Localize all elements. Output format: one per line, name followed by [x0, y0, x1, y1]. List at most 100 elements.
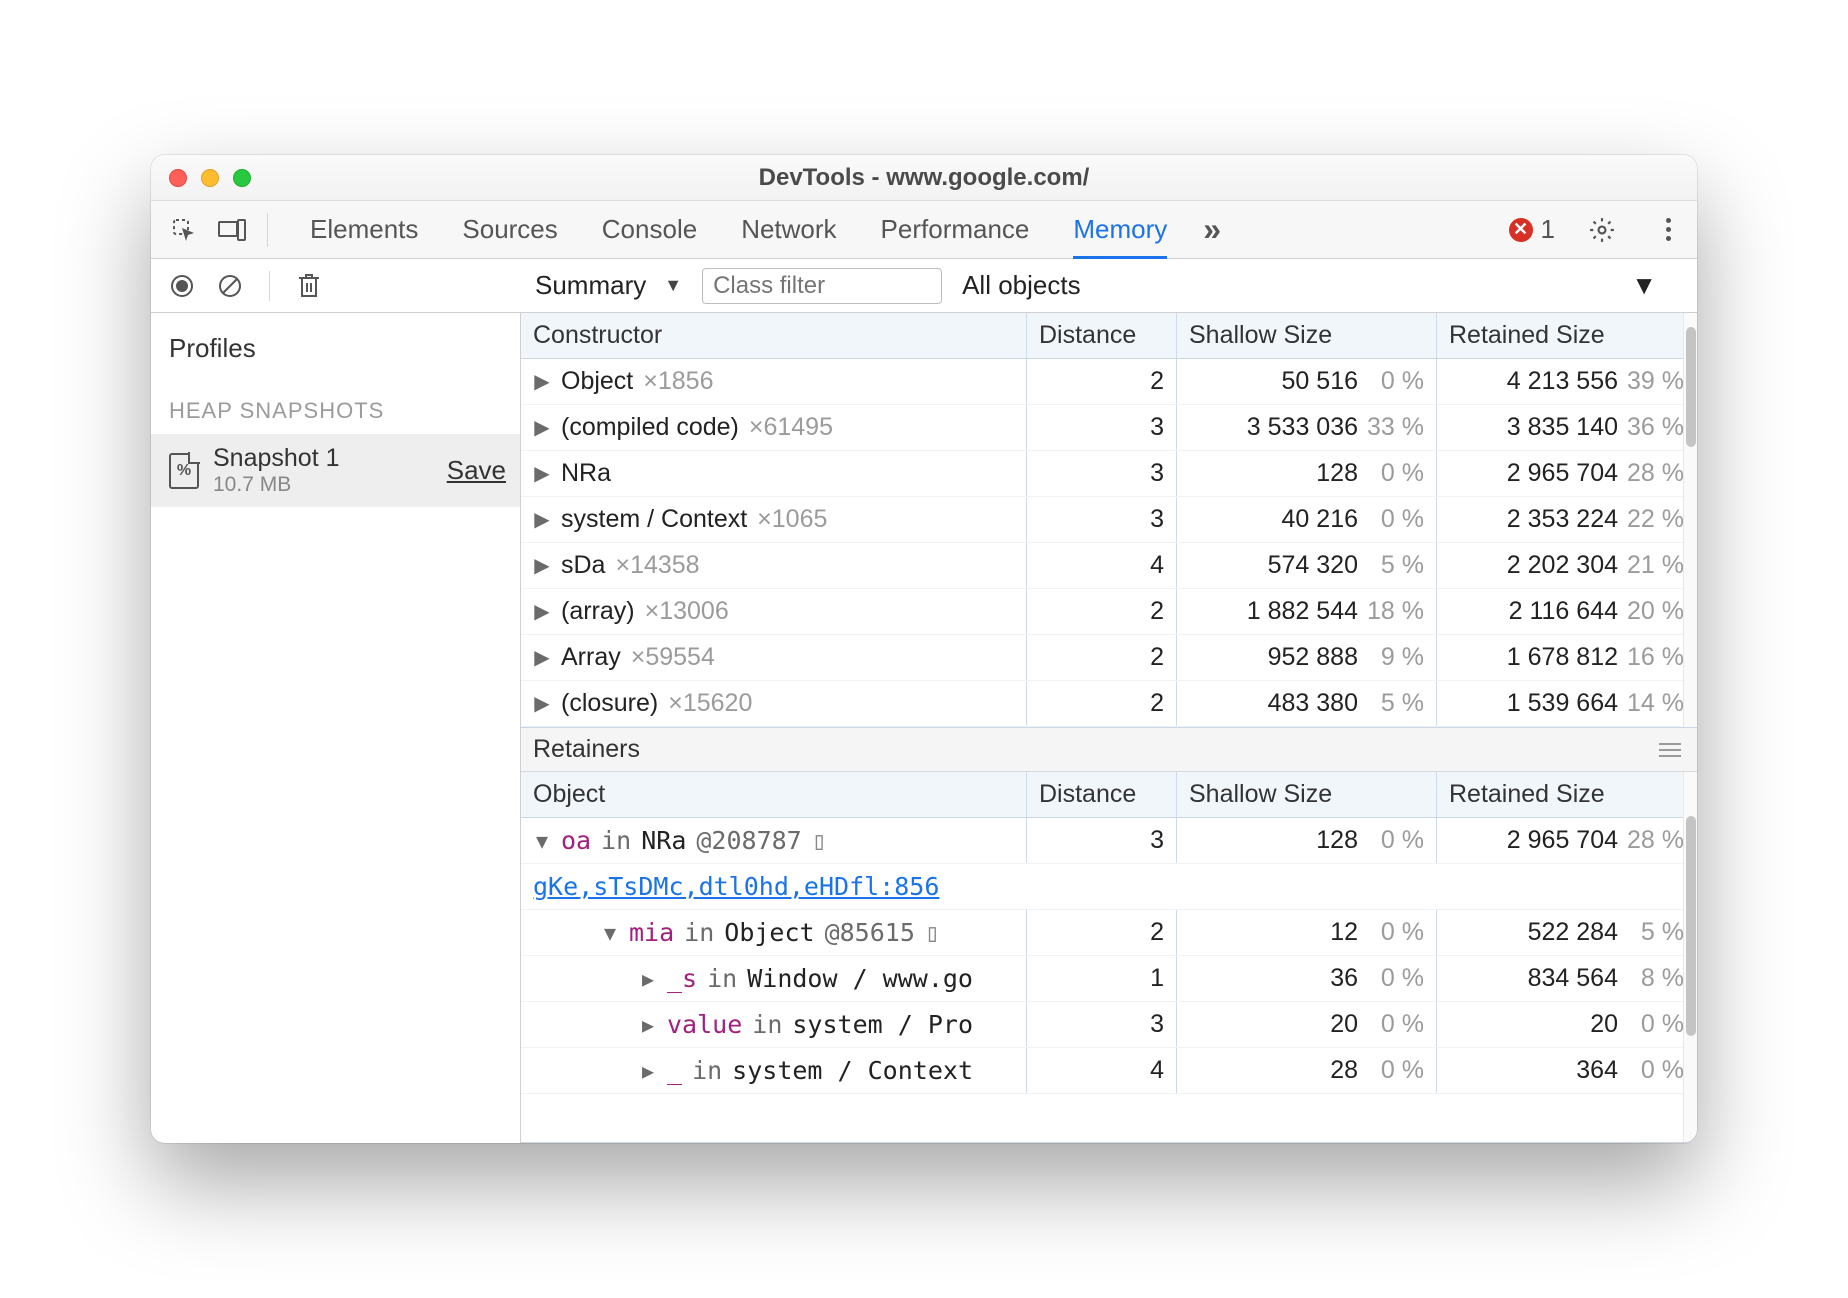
source-link-row[interactable]: gKe,sTsDMc,dtl0hd,eHDfl:856 [521, 864, 1697, 910]
scrollbar[interactable] [1683, 772, 1697, 1142]
source-link[interactable]: gKe,sTsDMc,dtl0hd,eHDfl:856 [533, 872, 939, 901]
save-snapshot-link[interactable]: Save [447, 455, 506, 486]
table-row[interactable]: oa in NRa @208787 ▯31280 %2 965 70428 % [521, 818, 1697, 864]
retained-pct: 0 % [1618, 1056, 1684, 1085]
distance-value: 4 [1150, 551, 1164, 580]
class-filter-input[interactable] [702, 268, 942, 304]
record-icon[interactable] [167, 271, 197, 301]
shallow-size: 50 516 [1189, 367, 1358, 396]
expand-icon[interactable] [601, 921, 619, 945]
scope-dropdown[interactable]: All objects [962, 270, 1081, 301]
table-row[interactable]: (array) ×1300621 882 54418 %2 116 64420 … [521, 589, 1697, 635]
constructor-name: sDa [561, 551, 605, 580]
col-distance[interactable]: Distance [1027, 772, 1177, 817]
constructor-name: (closure) [561, 689, 658, 718]
error-count-badge[interactable]: ✕ 1 [1509, 214, 1555, 245]
retainers-panel-title: Retainers [521, 728, 1697, 772]
kebab-menu-icon[interactable] [1649, 211, 1687, 249]
instance-count: ×14358 [615, 551, 699, 580]
col-constructor[interactable]: Constructor [521, 313, 1027, 358]
shallow-pct: 5 % [1358, 551, 1424, 580]
table-row[interactable]: Array ×595542952 8889 %1 678 81216 % [521, 635, 1697, 681]
instance-count: ×1065 [757, 505, 827, 534]
trash-icon[interactable] [294, 271, 324, 301]
shallow-pct: 9 % [1358, 643, 1424, 672]
expand-icon[interactable] [533, 829, 551, 853]
snapshot-size: 10.7 MB [213, 473, 340, 497]
expand-icon[interactable] [533, 507, 551, 532]
expand-icon[interactable] [533, 645, 551, 670]
shallow-pct: 0 % [1358, 1056, 1424, 1085]
tab-elements[interactable]: Elements [310, 201, 418, 259]
distance-value: 4 [1150, 1056, 1164, 1085]
shallow-size: 20 [1189, 1010, 1358, 1039]
expand-icon[interactable] [533, 553, 551, 578]
tab-network[interactable]: Network [741, 201, 836, 259]
expand-icon[interactable] [639, 1059, 657, 1083]
retained-size: 1 678 812 [1449, 643, 1618, 672]
retainer-var: _s [667, 964, 697, 993]
table-row[interactable]: _ in system / Context4280 %3640 % [521, 1048, 1697, 1094]
shallow-pct: 33 % [1358, 413, 1424, 442]
retained-size: 834 564 [1449, 964, 1618, 993]
tab-performance[interactable]: Performance [881, 201, 1030, 259]
retained-pct: 22 % [1618, 505, 1684, 534]
expand-icon[interactable] [533, 461, 551, 486]
retained-pct: 14 % [1618, 689, 1684, 718]
tab-console[interactable]: Console [602, 201, 697, 259]
device-toolbar-icon[interactable] [213, 211, 251, 249]
expand-icon[interactable] [533, 369, 551, 394]
snapshot-item[interactable]: Snapshot 1 10.7 MB Save [151, 434, 520, 507]
col-shallow[interactable]: Shallow Size [1177, 772, 1437, 817]
col-distance[interactable]: Distance [1027, 313, 1177, 358]
table-row[interactable]: system / Context ×1065340 2160 %2 353 22… [521, 497, 1697, 543]
table-row[interactable]: (compiled code) ×6149533 533 03633 %3 83… [521, 405, 1697, 451]
table-row[interactable]: sDa ×143584574 3205 %2 202 30421 % [521, 543, 1697, 589]
retained-size: 2 202 304 [1449, 551, 1618, 580]
tab-sources[interactable]: Sources [462, 201, 557, 259]
expand-icon[interactable] [533, 415, 551, 440]
col-retained[interactable]: Retained Size [1437, 313, 1697, 358]
tab-memory[interactable]: Memory [1073, 201, 1167, 259]
shallow-pct: 0 % [1358, 826, 1424, 855]
shallow-size: 1 882 544 [1189, 597, 1358, 626]
col-object[interactable]: Object [521, 772, 1027, 817]
panel-menu-icon[interactable] [1659, 743, 1681, 757]
table-row[interactable]: _s in Window / www.go1360 %834 5648 % [521, 956, 1697, 1002]
error-count: 1 [1541, 214, 1555, 245]
table-row[interactable]: value in system / Pro3200 %200 % [521, 1002, 1697, 1048]
view-dropdown[interactable]: Summary ▼ [535, 270, 682, 301]
object-glyph: ▯ [925, 918, 940, 947]
retained-size: 364 [1449, 1056, 1618, 1085]
expand-icon[interactable] [533, 599, 551, 624]
expand-icon[interactable] [639, 967, 657, 991]
scrollbar[interactable] [1683, 313, 1697, 727]
expand-icon[interactable] [639, 1013, 657, 1037]
shallow-pct: 0 % [1358, 367, 1424, 396]
table-row[interactable]: mia in Object @85615 ▯2120 %522 2845 % [521, 910, 1697, 956]
more-tabs-button[interactable]: » [1203, 211, 1221, 248]
chevron-down-icon: ▼ [664, 275, 682, 296]
settings-icon[interactable] [1583, 211, 1621, 249]
table-row[interactable]: NRa31280 %2 965 70428 % [521, 451, 1697, 497]
retainer-ref: @208787 [696, 826, 801, 855]
constructor-name: system / Context [561, 505, 747, 534]
shallow-size: 128 [1189, 459, 1358, 488]
distance-value: 2 [1150, 918, 1164, 947]
col-retained[interactable]: Retained Size [1437, 772, 1697, 817]
divider [267, 213, 268, 247]
chevron-down-icon[interactable]: ▼ [1631, 270, 1657, 301]
distance-value: 3 [1150, 1010, 1164, 1039]
table-row[interactable]: (closure) ×156202483 3805 %1 539 66414 % [521, 681, 1697, 727]
col-shallow[interactable]: Shallow Size [1177, 313, 1437, 358]
distance-value: 1 [1150, 964, 1164, 993]
inspect-element-icon[interactable] [165, 211, 203, 249]
table-row[interactable]: Object ×1856250 5160 %4 213 55639 % [521, 359, 1697, 405]
retainer-type: system / Pro [792, 1010, 973, 1039]
clear-icon[interactable] [215, 271, 245, 301]
shallow-pct: 0 % [1358, 505, 1424, 534]
shallow-size: 28 [1189, 1056, 1358, 1085]
divider [269, 271, 270, 301]
memory-action-bar: Summary ▼ All objects ▼ [151, 259, 1697, 313]
expand-icon[interactable] [533, 691, 551, 716]
